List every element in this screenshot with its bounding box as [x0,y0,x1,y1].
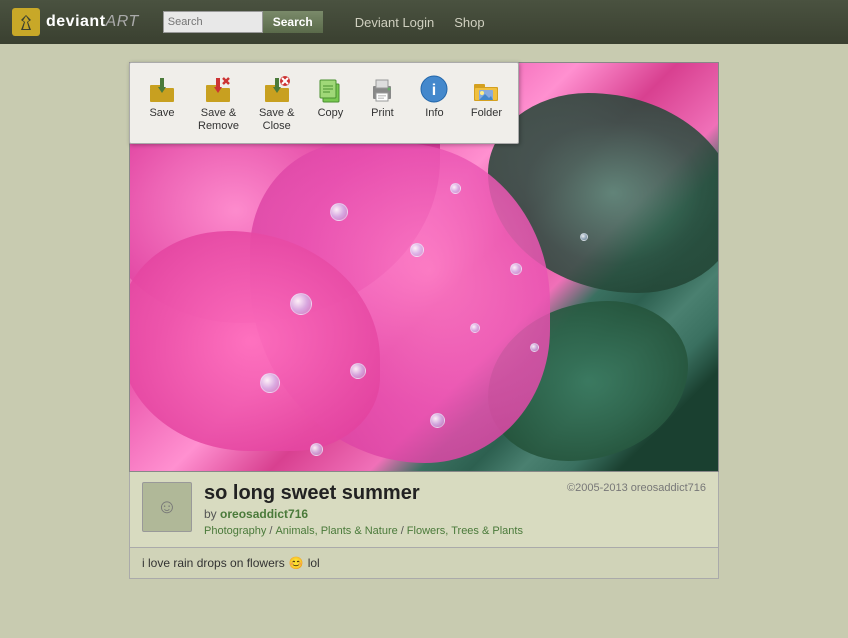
copyright-text: ©2005-2013 oreosaddict716 [567,482,706,494]
nav-shop[interactable]: Shop [454,15,484,30]
header: deviantART Search Deviant Login Shop [0,0,848,44]
folder-label: Folder [471,107,502,120]
save-icon [146,73,178,105]
avatar-emoji: ☺ [157,496,177,519]
save-remove-icon [202,73,234,105]
comment-emoji: 😊 [289,556,304,570]
search-input[interactable] [163,11,263,33]
avatar: ☺ [142,482,192,532]
copy-label: Copy [318,107,344,120]
main-content: Save Save & Remove [0,44,848,638]
comment-area: i love rain drops on flowers 😊 lol [129,548,719,579]
logo-area: deviantART [12,8,139,36]
artwork-details: so long sweet summer by oreosaddict716 P… [204,482,555,537]
print-label: Print [371,107,394,120]
save-close-label: Save & Close [259,107,294,133]
folder-icon [470,73,502,105]
info-label: Info [425,107,443,120]
search-area: Search [163,11,323,33]
print-button[interactable]: Print [358,69,406,137]
nav-deviant-login[interactable]: Deviant Login [355,15,435,30]
artwork-info: ☺ so long sweet summer by oreosaddict716… [129,472,719,548]
save-close-button[interactable]: Save & Close [251,69,302,137]
artwork-author-link[interactable]: oreosaddict716 [220,507,308,521]
toolbar: Save Save & Remove [129,62,519,144]
save-remove-button[interactable]: Save & Remove [190,69,247,137]
artwork-title: so long sweet summer [204,482,555,505]
logo-text: deviantART [46,13,139,31]
save-button[interactable]: Save [138,69,186,137]
svg-text:i: i [432,82,436,99]
copy-icon [314,73,346,105]
comment-suffix: lol [308,556,320,570]
info-button[interactable]: i Info [410,69,458,137]
breadcrumb-photography[interactable]: Photography [204,525,266,537]
save-label: Save [149,107,174,120]
search-button[interactable]: Search [263,11,323,33]
copy-button[interactable]: Copy [306,69,354,137]
comment-text: i love rain drops on flowers [142,556,285,570]
breadcrumb-nature[interactable]: Animals, Plants & Nature [275,525,397,537]
folder-button[interactable]: Folder [462,69,510,137]
save-remove-label: Save & Remove [198,107,239,133]
artwork-by-line: by oreosaddict716 [204,507,555,521]
image-wrapper: Save Save & Remove [129,62,719,472]
breadcrumb-flowers[interactable]: Flowers, Trees & Plants [407,525,523,537]
artwork-breadcrumb: Photography / Animals, Plants & Nature /… [204,525,555,537]
print-icon [366,73,398,105]
info-icon: i [418,73,450,105]
deviantart-logo-icon [12,8,40,36]
save-close-icon [261,73,293,105]
nav-links: Deviant Login Shop [355,15,485,30]
